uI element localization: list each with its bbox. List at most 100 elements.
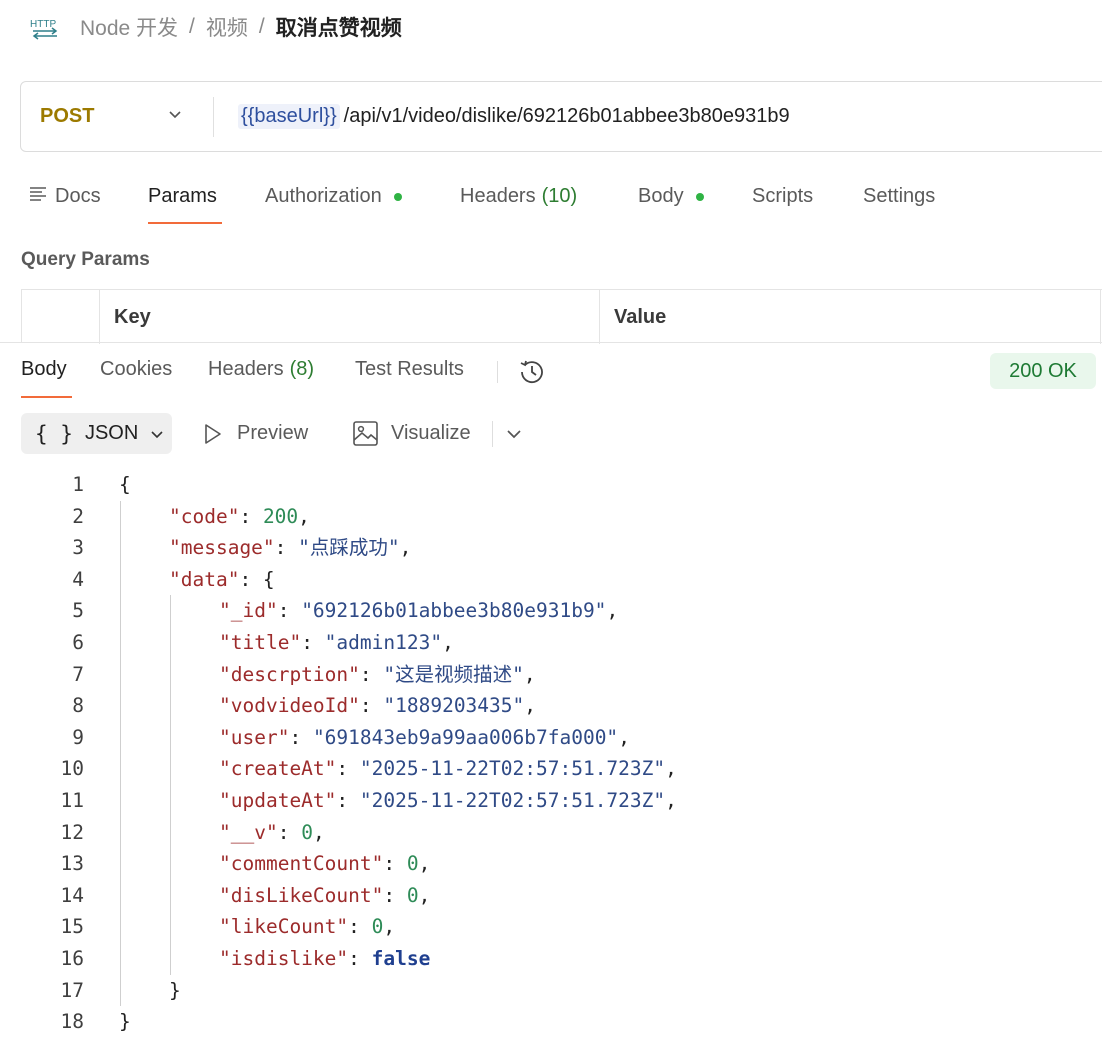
tab-separator	[497, 361, 498, 383]
code-line-content: }	[119, 1006, 131, 1038]
tab-docs[interactable]: Docs	[29, 185, 101, 208]
line-number: 7	[72, 662, 84, 686]
code-line: 11 "updateAt": "2025-11-22T02:57:51.723Z"…	[0, 785, 1102, 817]
url-variable[interactable]: {{baseUrl}}	[238, 104, 340, 129]
response-headers-count: (8)	[289, 358, 315, 380]
json-punctuation: :	[301, 631, 325, 654]
code-line: 15 "likeCount": 0,	[0, 911, 1102, 943]
url-path: /api/v1/video/dislike/692126b01abbee3b80…	[343, 105, 790, 127]
line-number: 9	[72, 725, 84, 749]
breadcrumb-item-video[interactable]: 视频	[206, 12, 248, 42]
code-line-content: "updateAt": "2025-11-22T02:57:51.723Z",	[219, 785, 677, 817]
code-line-content: "__v": 0,	[219, 817, 325, 849]
method-select[interactable]: POST	[21, 105, 213, 128]
query-params-title: Query Params	[21, 249, 150, 270]
json-number: 200	[262, 504, 299, 528]
json-string: "这是视频描述"	[383, 662, 524, 686]
json-number: 0	[406, 852, 419, 876]
json-punctuation: ,	[418, 883, 431, 907]
code-line: 3 "message": "点踩成功",	[0, 532, 1102, 564]
url-bar: POST {{baseUrl}} /api/v1/video/dislike/6…	[20, 81, 1102, 152]
json-punctuation: ,	[298, 504, 310, 528]
code-line: 17}	[0, 975, 1102, 1007]
tab-authorization[interactable]: Authorization	[265, 185, 402, 208]
response-tab-body[interactable]: Body	[21, 358, 67, 381]
json-punctuation: ,	[418, 852, 431, 876]
code-line: 2 "code": 200,	[0, 501, 1102, 533]
tab-params-label: Params	[148, 185, 217, 207]
line-number: 5	[72, 599, 84, 623]
line-number: 15	[60, 915, 84, 939]
visualize-options-chevron-icon[interactable]	[504, 424, 524, 449]
line-number: 10	[60, 757, 84, 781]
json-number: 0	[406, 883, 419, 907]
code-line-content: "user": "691843eb9a99aa006b7fa000",	[219, 722, 630, 754]
json-punctuation: :	[289, 725, 313, 749]
tab-body[interactable]: Body	[638, 185, 704, 208]
tab-body-label: Body	[638, 185, 684, 207]
json-key: "_id"	[219, 599, 278, 623]
format-select[interactable]: { } JSON	[21, 413, 172, 454]
line-number: 8	[72, 694, 84, 718]
json-punctuation: ,	[383, 915, 396, 939]
code-line-content: "data": {	[169, 564, 275, 596]
json-punctuation: ,	[618, 725, 630, 749]
json-key: "isdislike"	[219, 947, 349, 970]
code-line: 13 "commentCount": 0,	[0, 848, 1102, 880]
play-icon	[203, 423, 223, 445]
response-tab-headers[interactable]: Headers (8)	[208, 358, 314, 381]
json-punctuation: }	[119, 1010, 131, 1034]
response-tab-test-results[interactable]: Test Results	[355, 358, 464, 381]
response-tab-cookies[interactable]: Cookies	[100, 358, 172, 381]
status-badge[interactable]: 200 OK	[990, 353, 1096, 389]
history-icon[interactable]	[517, 357, 547, 392]
method-divider	[213, 96, 214, 137]
json-string: "691843eb9a99aa006b7fa000"	[312, 725, 619, 749]
response-tab-headers-label: Headers	[208, 358, 284, 380]
json-key: "user"	[219, 725, 290, 749]
code-line-content: "commentCount": 0,	[219, 848, 430, 880]
response-tab-test-results-label: Test Results	[355, 358, 464, 380]
code-line-content: "disLikeCount": 0,	[219, 880, 430, 912]
breadcrumb-item-node[interactable]: Node 开发	[80, 12, 178, 42]
json-punctuation: ,	[399, 536, 412, 560]
json-punctuation: :	[383, 852, 407, 876]
tab-headers[interactable]: Headers (10)	[460, 185, 577, 208]
active-tab-indicator	[148, 222, 222, 224]
json-punctuation: ,	[524, 694, 537, 718]
params-key-header: Key	[100, 290, 600, 344]
tab-params[interactable]: Params	[148, 185, 217, 208]
tab-docs-label: Docs	[55, 185, 101, 207]
visualize-button[interactable]: Visualize	[352, 413, 471, 454]
tab-scripts-label: Scripts	[752, 185, 814, 207]
code-line-content: "isdislike": false	[219, 943, 430, 975]
code-line: 6 "title": "admin123",	[0, 627, 1102, 659]
json-punctuation: ,	[665, 789, 677, 812]
request-name[interactable]: 取消点赞视频	[276, 12, 402, 42]
json-punctuation: ,	[442, 631, 454, 654]
json-punctuation: :	[359, 694, 384, 718]
json-number: 0	[301, 820, 313, 844]
code-line-content: "createAt": "2025-11-22T02:57:51.723Z",	[219, 753, 677, 785]
tab-scripts[interactable]: Scripts	[752, 185, 813, 208]
json-punctuation: :	[277, 599, 302, 623]
visualize-label: Visualize	[391, 422, 471, 444]
json-punctuation: :	[348, 915, 372, 939]
preview-label: Preview	[237, 422, 309, 444]
response-tab-body-label: Body	[21, 358, 67, 380]
line-number: 13	[60, 852, 84, 876]
url-input[interactable]: {{baseUrl}} /api/v1/video/dislike/692126…	[238, 104, 790, 129]
preview-button[interactable]: Preview	[203, 413, 308, 454]
code-line: 8 "vodvideoId": "1889203435",	[0, 690, 1102, 722]
json-punctuation: ,	[523, 662, 536, 686]
pane-divider[interactable]	[0, 342, 1102, 343]
line-number: 12	[60, 820, 84, 844]
json-punctuation: :	[348, 947, 372, 970]
json-number: 0	[371, 915, 384, 939]
breadcrumb-separator: /	[258, 15, 265, 38]
line-number: 3	[72, 536, 84, 560]
json-punctuation: :	[239, 504, 263, 528]
json-punctuation: :	[336, 789, 360, 812]
tab-settings[interactable]: Settings	[863, 185, 935, 208]
json-punctuation: {	[119, 473, 131, 496]
